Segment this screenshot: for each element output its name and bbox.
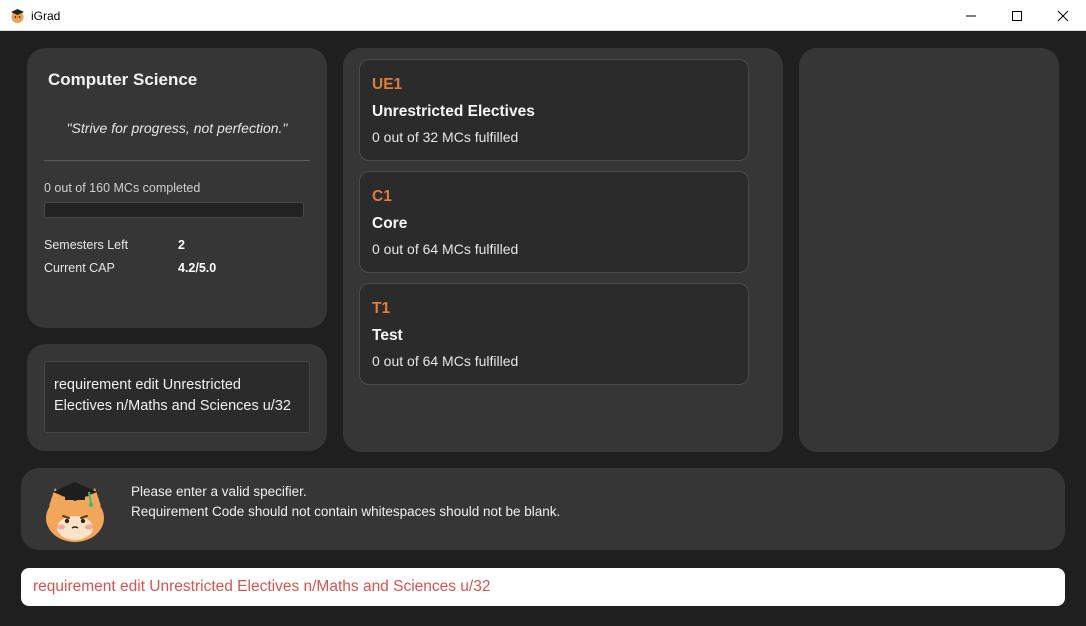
requirement-card[interactable]: C1 Core 0 out of 64 MCs fulfilled [359, 171, 749, 273]
maximize-icon [1012, 10, 1022, 21]
requirement-progress: 0 out of 32 MCs fulfilled [372, 129, 519, 145]
mc-progress-text: 0 out of 160 MCs completed [44, 181, 201, 195]
result-message-line: Requirement Code should not contain whit… [131, 504, 561, 519]
close-button[interactable] [1040, 0, 1086, 31]
degree-title: Computer Science [48, 70, 198, 89]
requirement-code: UE1 [372, 76, 403, 93]
requirement-title: Test [372, 327, 403, 344]
requirement-progress: 0 out of 64 MCs fulfilled [372, 353, 519, 369]
requirement-title: Core [372, 215, 408, 232]
command-echo-text: requirement edit Unrestricted Electives … [44, 361, 310, 433]
degree-panel: Computer Science "Strive for progress, n… [27, 48, 327, 328]
maximize-button[interactable] [994, 0, 1040, 31]
current-cap-value: 4.2/5.0 [178, 261, 217, 275]
minimize-icon [966, 15, 976, 16]
minimize-button[interactable] [948, 0, 994, 31]
requirement-code: T1 [372, 300, 391, 317]
result-message-line: Please enter a valid specifier. [131, 484, 307, 499]
result-panel: Please enter a valid specifier. Requirem… [21, 468, 1065, 550]
mc-progress-bar [44, 202, 304, 218]
divider [44, 160, 310, 161]
requirement-title: Unrestricted Electives [372, 103, 535, 120]
close-icon [1057, 10, 1069, 21]
semesters-left-label: Semesters Left [44, 238, 129, 252]
semesters-left-value: 2 [178, 238, 185, 252]
graduate-cat-icon [46, 482, 104, 542]
requirement-code: C1 [372, 188, 392, 205]
requirements-panel[interactable]: UE1 Unrestricted Electives 0 out of 32 M… [343, 48, 783, 452]
current-cap-label: Current CAP [44, 261, 115, 275]
module-list-panel[interactable] [799, 48, 1059, 452]
command-input[interactable] [21, 568, 1065, 606]
requirement-card[interactable]: T1 Test 0 out of 64 MCs fulfilled [359, 283, 749, 385]
app-icon [11, 9, 24, 23]
window-title: iGrad [31, 9, 61, 23]
title-bar: iGrad [0, 0, 1086, 31]
requirement-card[interactable]: UE1 Unrestricted Electives 0 out of 32 M… [359, 59, 749, 161]
motivational-quote: "Strive for progress, not perfection." [66, 120, 288, 136]
command-echo-panel: requirement edit Unrestricted Electives … [27, 344, 327, 451]
requirement-progress: 0 out of 64 MCs fulfilled [372, 241, 519, 257]
